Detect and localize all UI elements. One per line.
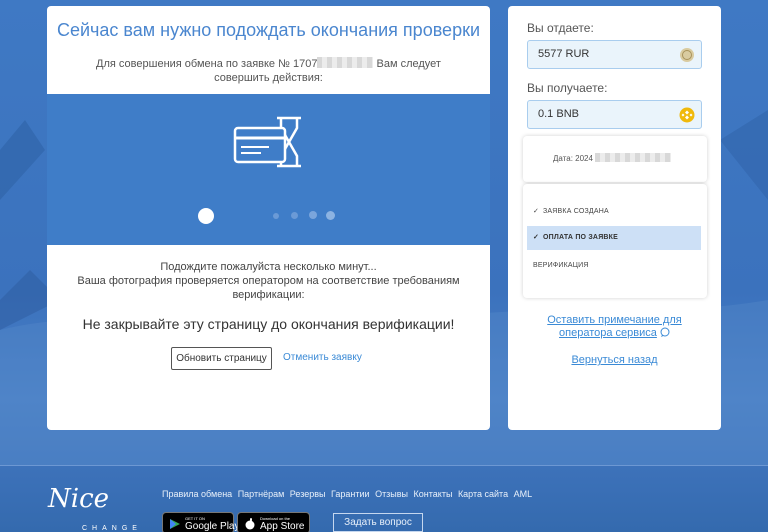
redacted-date bbox=[595, 153, 672, 162]
step-verification: ВЕРИФИКАЦИЯ bbox=[527, 254, 701, 278]
order-date: Дата: 2024 bbox=[553, 153, 672, 163]
loader-dot bbox=[309, 211, 317, 219]
photo-check-message: Ваша фотография проверяется оператором н… bbox=[77, 275, 460, 301]
app-store-button[interactable]: Download on the App Store bbox=[237, 512, 310, 532]
app-store-label: App Store bbox=[260, 521, 305, 532]
order-date-prefix: Дата: 2024 bbox=[553, 154, 593, 163]
order-steps-box: ✓ ЗАЯВКА СОЗДАНА ✓ ОПЛАТА ПО ЗАЯВКЕ ВЕРИФИ… bbox=[523, 184, 707, 298]
leave-note-line2: оператора сервиса bbox=[559, 327, 657, 339]
refresh-page-button[interactable]: Обновить страницу bbox=[171, 347, 272, 370]
google-play-label: Google Play bbox=[185, 521, 240, 532]
redacted-order-number bbox=[317, 57, 374, 68]
give-amount-value: 5577 RUR bbox=[538, 48, 590, 60]
footer-link-reserves[interactable]: Резервы bbox=[290, 489, 326, 499]
loader-dot bbox=[326, 211, 335, 220]
ask-question-button[interactable]: Задать вопрос bbox=[333, 513, 423, 532]
loader-dot-active bbox=[198, 208, 214, 224]
check-icon: ✓ bbox=[533, 208, 540, 215]
footer-link-rules[interactable]: Правила обмена bbox=[162, 489, 232, 499]
loader-dot bbox=[273, 213, 279, 219]
order-instructions-prefix: Для совершения обмена по заявке № 1707 bbox=[96, 58, 318, 70]
order-summary-panel: Вы отдаете: 5577 RUR Вы получаете: 0.1 B… bbox=[508, 6, 721, 430]
leave-note-link[interactable]: Оставить примечание для оператора сервис… bbox=[508, 314, 721, 340]
footer-nav: Правила обмена Партнёрам Резервы Гаранти… bbox=[162, 489, 535, 499]
wait-message: Подождите пожалуйста несколько минут... bbox=[160, 261, 377, 273]
leave-note-line1: Оставить примечание для bbox=[547, 314, 682, 326]
step-order-payment: ✓ ОПЛАТА ПО ЗАЯВКЕ bbox=[527, 226, 701, 250]
google-play-button[interactable]: GET IT ON Google Play bbox=[162, 512, 239, 532]
step-label: ЗАЯВКА СОЗДАНА bbox=[543, 208, 609, 215]
google-play-icon bbox=[170, 519, 180, 529]
verification-panel: Сейчас вам нужно подождать окончания про… bbox=[47, 6, 490, 430]
order-date-box: Дата: 2024 bbox=[523, 136, 707, 182]
receive-currency: BNB bbox=[556, 108, 579, 120]
cancel-order-link[interactable]: Отменить заявку bbox=[283, 352, 362, 363]
step-order-created: ✓ ЗАЯВКА СОЗДАНА bbox=[527, 200, 701, 224]
go-back-label: Вернуться назад bbox=[571, 354, 658, 366]
rub-coin-icon bbox=[680, 48, 694, 62]
footer-link-reviews[interactable]: Отзывы bbox=[375, 489, 408, 499]
footer-link-sitemap[interactable]: Карта сайта bbox=[458, 489, 508, 499]
step-label: ВЕРИФИКАЦИЯ bbox=[533, 262, 589, 269]
do-not-close-warning: Не закрывайте эту страницу до окончания … bbox=[82, 316, 455, 332]
order-instructions: Для совершения обмена по заявке № 1707 В… bbox=[67, 57, 470, 85]
receive-amount-value: 0.1 bbox=[538, 108, 554, 120]
receive-amount-field[interactable]: 0.1 BNB bbox=[527, 100, 702, 129]
nice-change-logo[interactable]: Nice bbox=[48, 484, 109, 514]
footer-link-contacts[interactable]: Контакты bbox=[414, 489, 453, 499]
receive-label: Вы получаете: bbox=[527, 81, 608, 95]
card-hourglass-icon bbox=[233, 116, 301, 168]
chat-bubble-icon bbox=[660, 327, 670, 337]
go-back-link[interactable]: Вернуться назад bbox=[508, 354, 721, 366]
check-icon: ✓ bbox=[533, 234, 540, 241]
verification-hero bbox=[47, 94, 490, 245]
bnb-coin-icon bbox=[679, 107, 695, 123]
footer-link-aml[interactable]: AML bbox=[514, 489, 533, 499]
give-amount-field[interactable]: 5577 RUR bbox=[527, 40, 702, 69]
footer-link-partners[interactable]: Партнёрам bbox=[238, 489, 285, 499]
loader-dot bbox=[291, 212, 298, 219]
give-label: Вы отдаете: bbox=[527, 21, 594, 35]
step-label: ОПЛАТА ПО ЗАЯВКЕ bbox=[543, 234, 619, 241]
apple-icon bbox=[245, 518, 255, 530]
footer-link-guarantees[interactable]: Гарантии bbox=[331, 489, 370, 499]
footer: Nice CHANGE Правила обмена Партнёрам Рез… bbox=[0, 465, 768, 532]
page-title: Сейчас вам нужно подождать окончания про… bbox=[56, 20, 481, 40]
logo-subtitle: CHANGE bbox=[82, 525, 142, 532]
